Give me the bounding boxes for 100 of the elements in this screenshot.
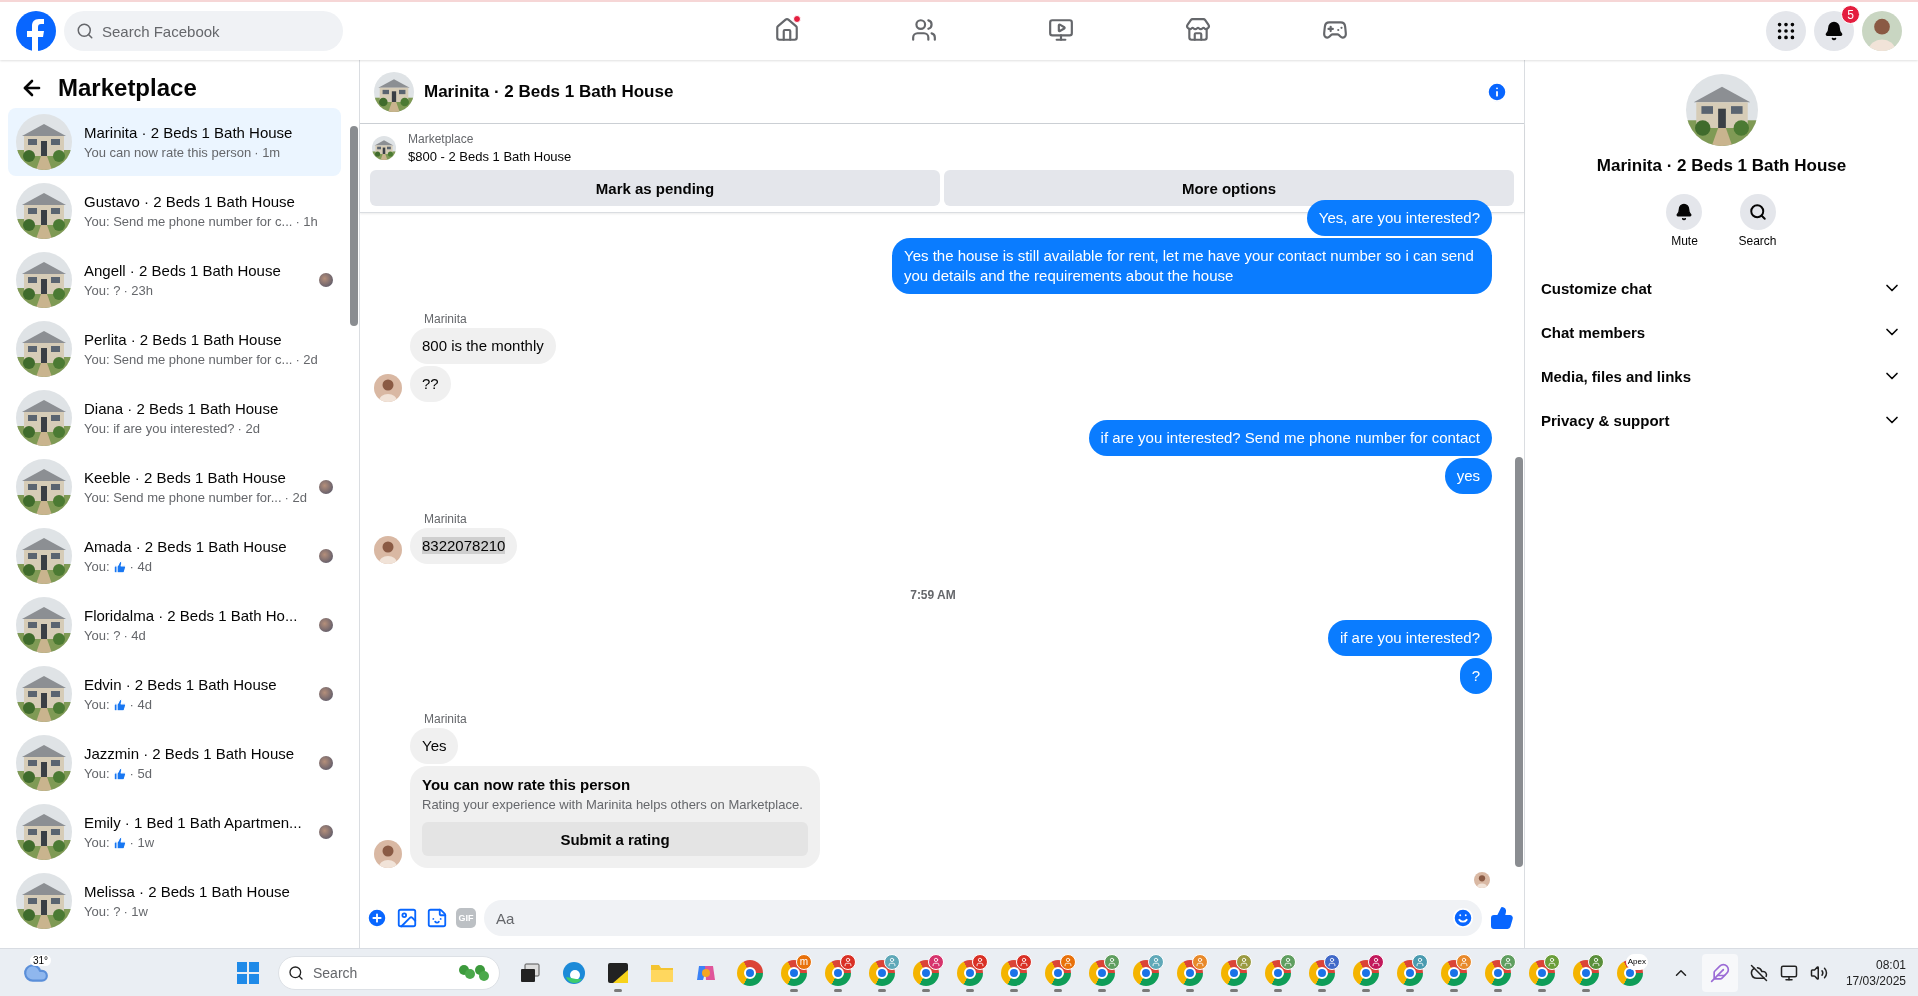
sticker-icon[interactable] [426, 907, 448, 929]
info-icon[interactable] [1486, 80, 1508, 103]
add-icon[interactable] [366, 907, 388, 929]
message-time: · 4d [129, 559, 152, 574]
like-icon [112, 697, 127, 712]
listing-action-button[interactable]: More options [944, 170, 1514, 206]
search-icon [1748, 203, 1767, 221]
contact-name: Marinita · 2 Beds 1 Bath House [1596, 156, 1847, 176]
conversation-name: Floridalma · 2 Beds 1 Bath Ho... [84, 607, 299, 624]
sent-message: ? [1459, 658, 1492, 694]
details-section[interactable]: Chat members [1541, 310, 1902, 354]
conversation-item[interactable]: Melissa · 2 Beds 1 Bath House You: ? · 1w [8, 867, 341, 935]
message-time: · 2d [284, 490, 307, 505]
scrollbar[interactable] [350, 126, 358, 326]
avatar [374, 536, 402, 564]
notification-count: 5 [1841, 5, 1860, 24]
chat-title: Marinita · 2 Beds 1 Bath House [424, 81, 675, 102]
profile-badge: m [795, 953, 812, 970]
message-preview: You: [84, 835, 110, 850]
conversation-name: Diana · 2 Beds 1 Bath House [84, 400, 280, 417]
search-icon [76, 22, 94, 40]
windows-icon [236, 961, 259, 984]
message-time: · 1h [295, 214, 318, 229]
sticky-note-icon [606, 961, 629, 984]
avatar [1474, 872, 1490, 888]
message-preview: You: ? [84, 283, 121, 298]
conversation-item[interactable]: Marinita · 2 Beds 1 Bath House You can now rate this person · 1m [8, 108, 341, 176]
submit-rating-button[interactable]: Submit a rating [422, 822, 808, 856]
menu-button[interactable] [1766, 11, 1806, 51]
chrome-icon [780, 959, 807, 986]
message-time: · 1w [123, 904, 148, 919]
conversation-name: Edvin · 2 Beds 1 Bath House [84, 676, 278, 693]
sender-name: Marinita [424, 712, 467, 726]
details-section[interactable]: Media, files and links [1541, 354, 1902, 398]
conversation-item[interactable]: Perlita · 2 Beds 1 Bath House You: Send me phone number for c... · 2d [8, 315, 341, 383]
weather-widget[interactable]: 31° [16, 952, 56, 993]
card-text: Rating your experience with Marinita helps others on Marketplace. [422, 797, 804, 812]
notification-dot [792, 15, 801, 23]
search-field[interactable]: Search Facebook [64, 11, 343, 51]
sent-message: if are you interested? [1327, 620, 1492, 656]
message-time: · 1m [254, 145, 281, 160]
message-preview: You: [84, 559, 110, 574]
conversation-name: Angell · 2 Beds 1 Bath House [84, 262, 282, 279]
message-time: · 4d [129, 697, 152, 712]
conversation-item[interactable]: Gustavo · 2 Beds 1 Bath House You: Send me phone number for c... · 1h [8, 177, 341, 245]
feather-icon [1709, 962, 1730, 983]
taskbar-search[interactable]: Search [277, 955, 500, 990]
like-icon [112, 559, 127, 574]
conversation-item[interactable]: Diana · 2 Beds 1 Bath House You: if are you interested? · 2d [8, 384, 341, 452]
received-message: ?? [410, 366, 451, 402]
sender-name: Marinita [424, 512, 467, 526]
listing-action-button[interactable]: Mark as pending [370, 170, 940, 206]
search-icon [287, 964, 304, 981]
message-preview: You: [84, 697, 110, 712]
conversation-item[interactable]: Emily · 1 Bed 1 Bath Apartmen... You: · 1w [8, 798, 341, 866]
timestamp: 7:59 AM [910, 588, 956, 602]
conversation-item[interactable]: Amada · 2 Beds 1 Bath House You: · 4d [8, 522, 341, 590]
pen-button[interactable] [1701, 953, 1738, 992]
notifications-button[interactable] [1814, 11, 1854, 51]
cloud-off-icon[interactable] [1749, 963, 1768, 982]
clock-time: 08:01 [1875, 957, 1906, 972]
taskbar-app[interactable]: Apex [1609, 952, 1650, 993]
clock-date: 17/03/2025 [1845, 973, 1906, 988]
scrollbar[interactable] [1515, 457, 1523, 867]
conversation-item[interactable]: Edvin · 2 Beds 1 Bath House You: · 4d [8, 660, 341, 728]
listing-label: Marketplace [408, 132, 475, 146]
message-time: · 23h [123, 283, 154, 298]
network-icon[interactable] [1779, 963, 1798, 982]
message-preview: You: [84, 766, 110, 781]
details-section[interactable]: Customize chat [1541, 266, 1902, 310]
message-field[interactable]: Aa [484, 900, 1482, 936]
message-time: · 4d [123, 628, 146, 643]
conversation-item[interactable]: Keeble · 2 Beds 1 Bath House You: Send me phone number for... · 2d [8, 453, 341, 521]
facebook-logo[interactable] [16, 11, 56, 51]
like-icon [112, 835, 127, 850]
home-icon [774, 16, 800, 43]
conversation-item[interactable]: Jazzmin · 2 Beds 1 Bath House You: · 5d [8, 729, 341, 797]
conversation-name: Melissa · 2 Beds 1 Bath House [84, 883, 291, 900]
profile-button[interactable] [1862, 11, 1902, 51]
received-message: 800 is the monthly [410, 328, 556, 364]
message-preview: You: ? [84, 904, 121, 919]
menu-icon [1775, 20, 1797, 42]
conversation-name: Amada · 2 Beds 1 Bath House [84, 538, 288, 555]
sidebar-title: Marketplace [58, 74, 197, 102]
received-message: Yes [410, 728, 459, 764]
message-preview: You: if are you interested? [84, 421, 235, 436]
avatar [1862, 11, 1902, 51]
message-preview: You: Send me phone number for c... [84, 214, 293, 229]
volume-icon[interactable] [1809, 963, 1828, 982]
temperature: 31° [30, 954, 52, 966]
conversation-item[interactable]: Angell · 2 Beds 1 Bath House You: ? · 23h [8, 246, 341, 314]
avatar [374, 840, 402, 868]
details-section[interactable]: Privacy & support [1541, 398, 1902, 442]
image-icon[interactable] [396, 907, 418, 929]
bell-icon [1675, 203, 1694, 221]
like-icon[interactable] [1490, 906, 1514, 930]
conversation-name: Perlita · 2 Beds 1 Bath House [84, 331, 283, 348]
conversation-item[interactable]: Floridalma · 2 Beds 1 Bath Ho... You: ? · 4d [8, 591, 341, 659]
emoji-icon[interactable] [1452, 907, 1474, 929]
like-icon [112, 766, 127, 781]
